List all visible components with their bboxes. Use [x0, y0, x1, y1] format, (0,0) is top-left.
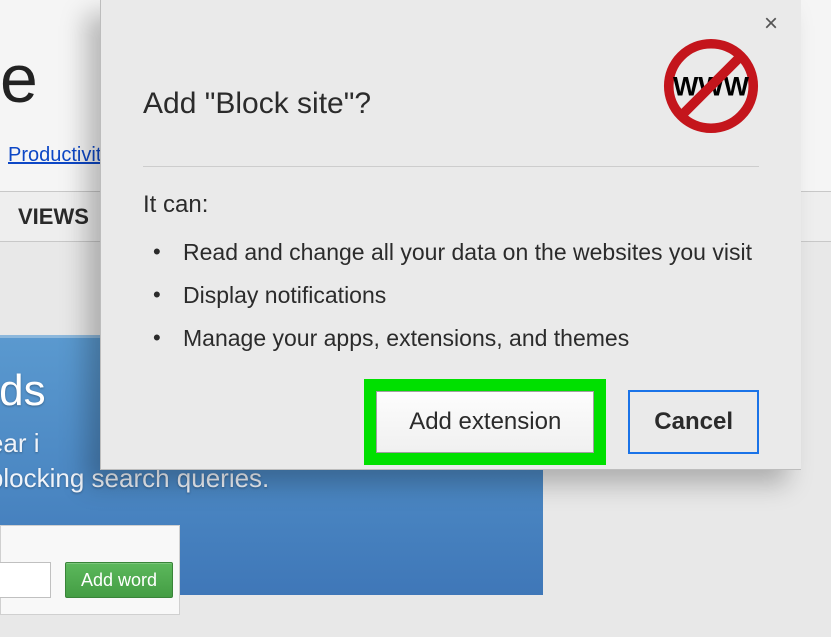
it-can-label: It can:	[101, 167, 801, 219]
add-button-highlight: Add extension	[364, 379, 606, 465]
extension-icon: WWW	[663, 38, 759, 134]
promo-text-partial-1: ppear i	[0, 428, 40, 459]
dialog-title: Add "Block site"?	[143, 87, 371, 121]
productivity-link[interactable]: Productivity	[8, 144, 111, 167]
input-section: Add word	[0, 525, 180, 615]
permission-item: Display notifications	[183, 274, 759, 317]
extension-name-partial: e	[0, 40, 38, 118]
cancel-button[interactable]: Cancel	[628, 390, 759, 454]
add-word-button[interactable]: Add word	[65, 562, 173, 598]
word-input[interactable]	[0, 562, 51, 598]
permissions-list: Read and change all your data on the web…	[101, 219, 801, 360]
add-extension-dialog: × Add "Block site"? WWW It can: Read and…	[100, 0, 801, 470]
tab-views[interactable]: VIEWS	[0, 192, 108, 241]
dialog-buttons: Add extension Cancel	[364, 379, 759, 465]
close-button[interactable]: ×	[759, 12, 783, 36]
promo-title-partial: ords	[0, 366, 46, 416]
add-extension-button[interactable]: Add extension	[376, 391, 594, 453]
permission-item: Manage your apps, extensions, and themes	[183, 317, 759, 360]
permission-item: Read and change all your data on the web…	[183, 231, 759, 274]
